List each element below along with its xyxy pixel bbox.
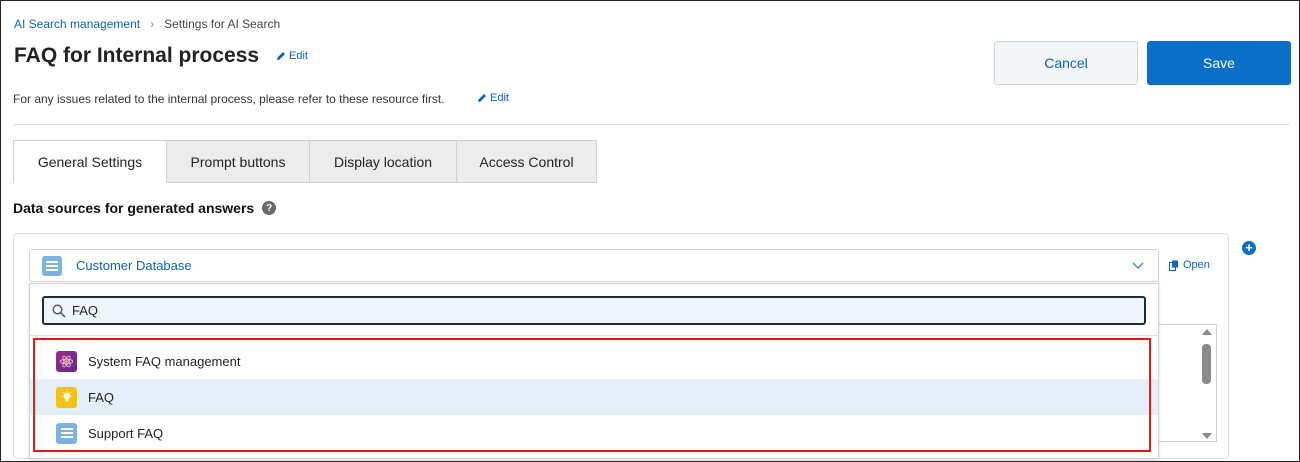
chevron-right-icon: › (150, 17, 155, 31)
dropdown-divider (30, 335, 1158, 336)
lightbulb-app-icon (56, 386, 77, 408)
description-edit-link[interactable]: Edit (477, 92, 509, 104)
description-edit-label: Edit (490, 92, 509, 104)
atom-app-icon (56, 350, 77, 372)
data-sources-heading-text: Data sources for generated answers (13, 200, 255, 216)
dropdown-options: System FAQ management FAQ Support FAQ (30, 343, 1158, 451)
breadcrumb-link-ai-search-management[interactable]: AI Search management (14, 17, 140, 31)
open-data-source-link[interactable]: Open (1169, 259, 1210, 271)
tab-access-control[interactable]: Access Control (456, 140, 597, 183)
pencil-icon (277, 52, 285, 60)
help-icon[interactable]: ? (262, 201, 277, 215)
dropdown-search-input[interactable] (72, 303, 972, 318)
tab-general-settings[interactable]: General Settings (13, 140, 167, 183)
option-label: System FAQ management (88, 353, 241, 369)
breadcrumb-current: Settings for AI Search (164, 17, 281, 31)
add-data-source-icon[interactable]: + (1242, 241, 1256, 255)
page-description: For any issues related to the internal p… (13, 92, 445, 106)
option-support-faq[interactable]: Support FAQ (30, 415, 1158, 451)
tab-prompt-buttons[interactable]: Prompt buttons (166, 140, 310, 183)
title-edit-link[interactable]: Edit (276, 50, 308, 62)
scrollbar-thumb[interactable] (1202, 344, 1211, 384)
title-edit-label: Edit (289, 50, 308, 62)
option-label: FAQ (88, 389, 115, 405)
data-source-selected-value: Customer Database (76, 258, 192, 273)
chevron-down-icon (1132, 262, 1144, 269)
tab-display-location[interactable]: Display location (309, 140, 457, 183)
option-system-faq-management[interactable]: System FAQ management (30, 343, 1158, 379)
data-sources-heading: Data sources for generated answers ? (13, 200, 277, 216)
list-scrollbar[interactable] (1200, 327, 1214, 441)
page-title: FAQ for Internal process (14, 44, 260, 67)
option-faq[interactable]: FAQ (30, 379, 1158, 415)
open-label: Open (1183, 259, 1210, 271)
scroll-down-arrow-icon[interactable] (1202, 433, 1212, 439)
breadcrumb: AI Search management › Settings for AI S… (14, 17, 280, 31)
pencil-icon (478, 94, 486, 102)
data-source-dropdown: System FAQ management FAQ Support FAQ (29, 283, 1159, 459)
database-list-icon (42, 255, 62, 276)
database-list-icon (56, 422, 77, 444)
settings-tabs: General Settings Prompt buttons Display … (13, 140, 597, 183)
save-button[interactable]: Save (1147, 41, 1291, 85)
search-icon (52, 303, 66, 318)
dropdown-search-box[interactable] (42, 296, 1146, 325)
cancel-button[interactable]: Cancel (994, 41, 1138, 85)
copy-document-icon (1169, 260, 1178, 271)
scroll-up-arrow-icon[interactable] (1202, 329, 1212, 335)
option-label: Support FAQ (88, 425, 164, 441)
data-source-select[interactable]: Customer Database (29, 249, 1159, 282)
header-divider (13, 124, 1289, 125)
